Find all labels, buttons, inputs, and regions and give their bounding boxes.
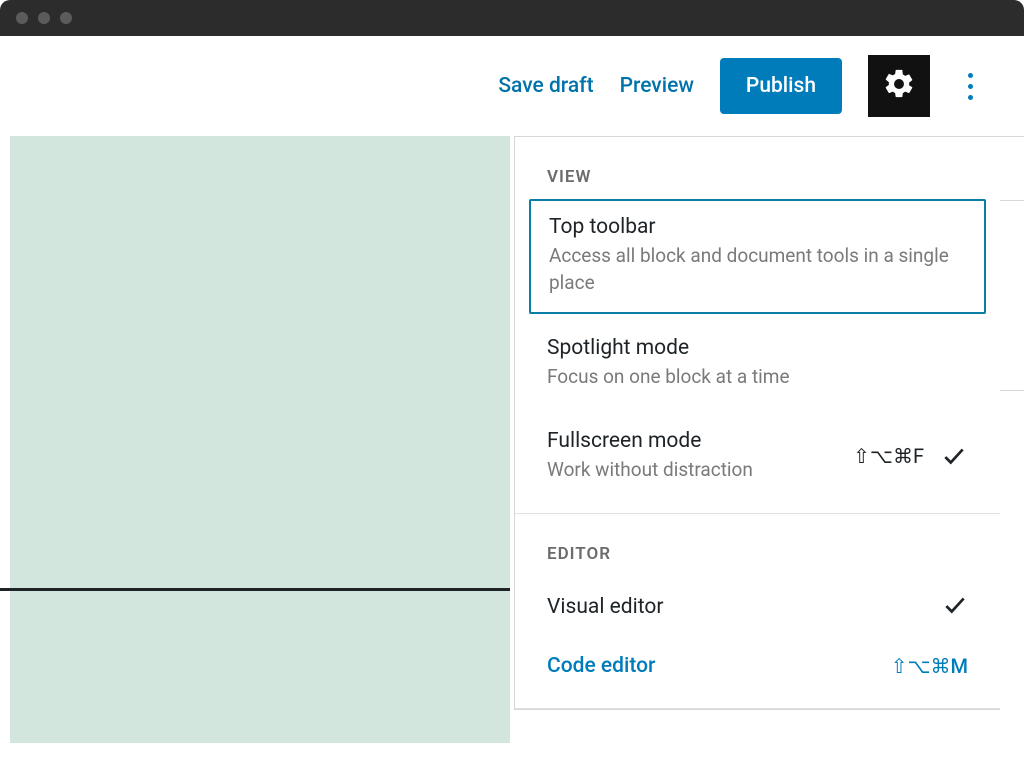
- menu-item-shortcut: ⇧⌥⌘F: [853, 444, 924, 468]
- kebab-dot: [968, 73, 973, 78]
- block-separator[interactable]: [0, 588, 510, 591]
- preview-button[interactable]: Preview: [620, 74, 694, 98]
- menu-item-spotlight-mode[interactable]: Spotlight mode Focus on one block at a t…: [529, 322, 986, 407]
- menu-item-fullscreen-mode[interactable]: Fullscreen mode Work without distraction…: [529, 415, 986, 500]
- menu-item-description: Work without distraction: [547, 457, 837, 484]
- check-icon: [942, 592, 968, 622]
- gear-icon: [882, 67, 916, 105]
- menu-section-editor-label: EDITOR: [515, 514, 1000, 576]
- window-control-close[interactable]: [16, 12, 28, 24]
- kebab-dot: [968, 95, 973, 100]
- menu-item-visual-editor[interactable]: Visual editor: [515, 576, 1000, 638]
- more-options-button[interactable]: [956, 64, 984, 108]
- menu-item-label: Visual editor: [547, 595, 663, 619]
- menu-item-description: Access all block and document tools in a…: [549, 243, 966, 296]
- publish-button[interactable]: Publish: [720, 58, 842, 114]
- window-titlebar: [0, 0, 1024, 36]
- window-control-zoom[interactable]: [60, 12, 72, 24]
- options-dropdown-menu: VIEW Top toolbar Access all block and do…: [514, 136, 1000, 710]
- editor-canvas[interactable]: [10, 136, 510, 743]
- menu-divider: [515, 708, 1000, 709]
- menu-item-label: Code editor: [547, 654, 655, 678]
- check-icon: [940, 443, 968, 469]
- workspace: VIEW Top toolbar Access all block and do…: [0, 136, 1024, 759]
- menu-item-top-toolbar[interactable]: Top toolbar Access all block and documen…: [529, 199, 986, 314]
- menu-item-description: Focus on one block at a time: [547, 364, 968, 391]
- sidebar-panel-edge: [1000, 136, 1024, 743]
- menu-item-title: Top toolbar: [549, 215, 966, 239]
- menu-section-view-label: VIEW: [515, 137, 1000, 199]
- kebab-dot: [968, 84, 973, 89]
- save-draft-button[interactable]: Save draft: [498, 74, 593, 98]
- menu-item-shortcut: ⇧⌥⌘M: [891, 654, 968, 678]
- editor-toolbar: Save draft Preview Publish: [0, 36, 1024, 136]
- window-control-minimize[interactable]: [38, 12, 50, 24]
- menu-item-title: Fullscreen mode: [547, 429, 837, 453]
- menu-item-code-editor[interactable]: Code editor ⇧⌥⌘M: [515, 638, 1000, 694]
- settings-button[interactable]: [868, 55, 930, 117]
- menu-item-title: Spotlight mode: [547, 336, 968, 360]
